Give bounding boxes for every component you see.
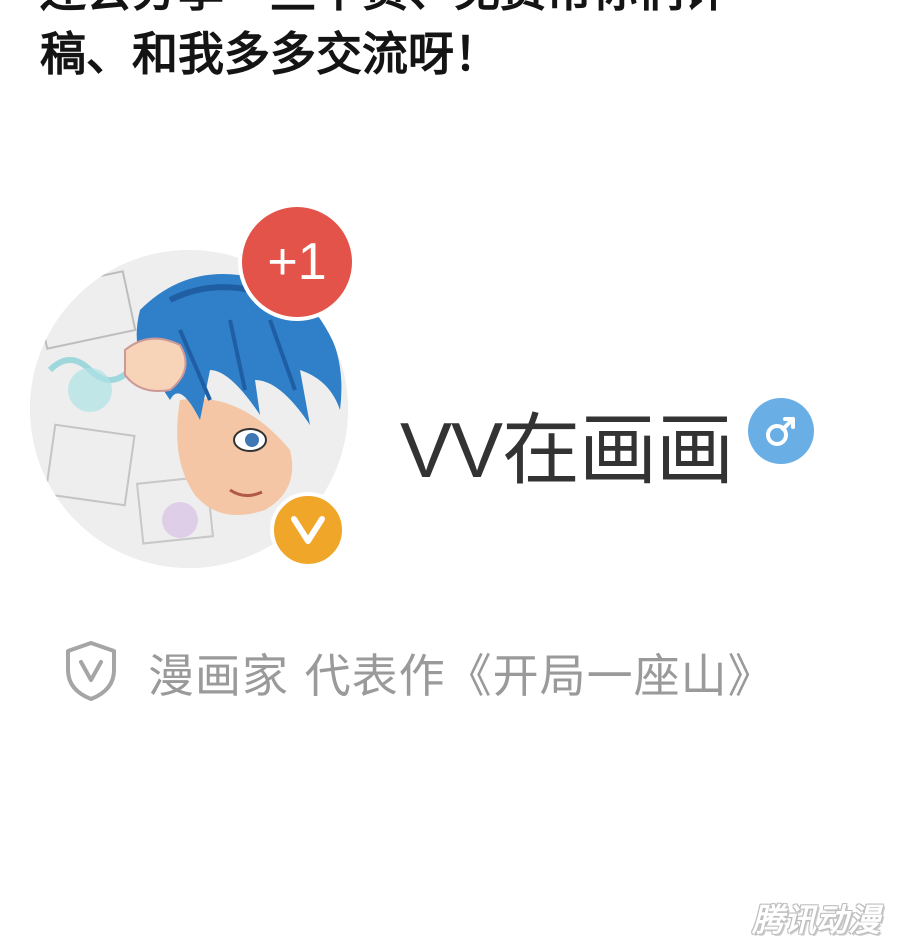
verified-v-icon	[270, 492, 346, 568]
male-icon	[748, 398, 814, 464]
watermark-logo: 腾讯动漫	[751, 901, 880, 939]
notification-count-badge[interactable]: +1	[238, 203, 356, 321]
shield-v-icon	[64, 640, 118, 706]
caption-line-2: 稿、和我多多交流呀！	[40, 27, 500, 81]
certification-row: 漫画家 代表作《开局一座山》	[64, 638, 775, 708]
certification-text: 漫画家 代表作《开局一座山》	[148, 649, 775, 703]
profile-username: VV在画画	[400, 406, 734, 494]
comic-caption: 还会分享一些干货、免费帮你们评 稿、和我多多交流呀！	[0, 0, 900, 86]
caption-line-1: 还会分享一些干货、免费帮你们评	[0, 0, 900, 22]
